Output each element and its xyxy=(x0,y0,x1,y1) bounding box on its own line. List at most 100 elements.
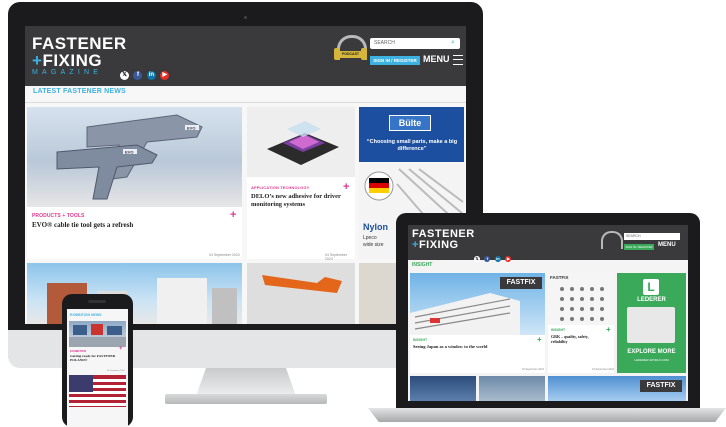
section-title[interactable]: LATEST FASTENER NEWS xyxy=(33,88,126,95)
laptop-card-image: FASTFIX xyxy=(548,273,614,325)
imac-stand-neck xyxy=(196,368,296,396)
news-card-headline[interactable]: EVO® cable tie tool gets a refresh xyxy=(32,221,222,229)
x-social-icon[interactable]: 𝕏 xyxy=(120,71,129,80)
laptop-header: FASTENER +FIXING 𝕏 f in ▶ SEARCH SIGN IN… xyxy=(408,225,688,262)
linkedin-icon[interactable]: in xyxy=(494,256,501,262)
ad-bulte-brand: Bülte xyxy=(389,115,431,131)
laptop-card-category[interactable]: INSIGHT xyxy=(413,338,427,342)
news-card-image: EVO EVO xyxy=(27,107,242,207)
logo-line1: FASTENER xyxy=(32,34,127,53)
news-card-image xyxy=(247,107,355,177)
ad-lederer[interactable]: L LEDERER EXPLORE MORE LEDERER-WORLD.COM xyxy=(617,273,686,373)
social-links-laptop: 𝕏 f in ▶ xyxy=(474,247,512,265)
news-card-date: 04 September 2024 xyxy=(325,253,347,261)
fastfix-label-small: FASTFIX xyxy=(550,275,569,280)
menu-button-laptop[interactable]: MENU xyxy=(658,242,676,248)
site-logo[interactable]: FASTENER +FIXING MAGAZINE xyxy=(32,35,127,76)
laptop-base xyxy=(368,408,726,422)
search-input[interactable]: SEARCH xyxy=(370,38,460,49)
news-card-category[interactable]: PRODUCTS + TOOLS xyxy=(32,213,85,219)
fasteners-grid-photo xyxy=(560,287,604,321)
facebook-icon[interactable]: f xyxy=(484,256,491,262)
phone-card-headline[interactable]: Getting ready for FASTENER POLAND® xyxy=(70,354,120,362)
desktop-header: FASTENER +FIXING MAGAZINE 𝕏 f in ▶ PODCA… xyxy=(25,26,466,86)
phone-screen: EXHIBITION NEWS EXHIBITION + Getting rea… xyxy=(67,309,128,427)
laptop-card-headline[interactable]: Seeing Japan as a window to the world xyxy=(413,344,533,349)
section-divider xyxy=(25,102,466,103)
laptop-card-main[interactable]: FASTFIX INSIGHT + Seeing Japan as a wind… xyxy=(410,273,545,373)
signin-button-laptop[interactable]: SIGN IN / REGISTER xyxy=(624,244,654,250)
imac-stand-foot xyxy=(165,394,327,404)
phone-card-image[interactable] xyxy=(69,321,126,347)
expand-icon[interactable]: + xyxy=(230,209,236,221)
news-card-headline[interactable]: DELO’s new adhesive for driver monitorin… xyxy=(251,193,351,209)
podcast-badge[interactable]: PODCAST xyxy=(334,35,367,65)
news-card-secondary[interactable]: APPLICATION TECHNOLOGY + DELO’s new adhe… xyxy=(247,107,355,261)
tool-label-2: EVO xyxy=(125,150,133,155)
logo-line2: FIXING xyxy=(42,51,103,70)
ad-bulte[interactable]: Bülte “Choosing small parts, make a big … xyxy=(359,107,464,162)
laptop-card-headline[interactable]: GRK – quality, safety, reliability xyxy=(551,334,606,344)
phone-speaker xyxy=(88,300,106,303)
ad-nylon-line3: wide size xyxy=(363,242,384,248)
linkedin-icon[interactable]: in xyxy=(146,71,156,80)
fastfix-badge: FASTFIX xyxy=(500,277,542,289)
site-logo-laptop[interactable]: FASTENER +FIXING xyxy=(412,229,475,251)
menu-label: MENU xyxy=(423,54,450,64)
news-card-image-3[interactable] xyxy=(27,263,242,324)
lederer-product-photo xyxy=(627,307,675,343)
expand-icon[interactable]: + xyxy=(343,181,349,193)
laptop-card-image-5[interactable]: FASTFIX xyxy=(548,376,686,401)
ad-lederer-url: LEDERER-WORLD.COM xyxy=(634,358,669,362)
laptop-screen: FASTENER +FIXING 𝕏 f in ▶ SEARCH SIGN IN… xyxy=(408,225,688,401)
ad-nylon-line2: Lpeco xyxy=(363,235,377,241)
logo-line3: MAGAZINE xyxy=(32,69,103,76)
expand-icon[interactable]: + xyxy=(537,335,542,344)
expand-icon[interactable]: + xyxy=(119,346,123,352)
menu-icon xyxy=(452,54,463,65)
laptop-card-date: 04 September 2024 xyxy=(522,368,544,371)
social-links: 𝕏 f in ▶ xyxy=(120,63,170,81)
laptop-card-date: 04 September 2024 xyxy=(592,368,614,371)
youtube-icon[interactable]: ▶ xyxy=(160,71,170,80)
headphones-icon[interactable] xyxy=(601,231,623,249)
x-social-icon[interactable]: 𝕏 xyxy=(474,256,480,262)
fastfix-badge-2: FASTFIX xyxy=(640,380,682,392)
logo-plus: + xyxy=(32,51,43,70)
cable-tie-tool-photo: EVO EVO xyxy=(56,114,203,200)
news-card-category[interactable]: APPLICATION TECHNOLOGY xyxy=(251,185,309,190)
menu-button[interactable]: MENU xyxy=(423,54,463,65)
wrench-photo xyxy=(247,263,355,324)
facebook-icon[interactable]: f xyxy=(133,71,143,80)
youtube-icon[interactable]: ▶ xyxy=(505,256,512,262)
laptop-card-image-4[interactable] xyxy=(479,376,545,401)
news-card-image-4[interactable] xyxy=(247,263,355,324)
news-card-date: 04 September 2024 xyxy=(209,253,240,257)
phone-card-date: 04 September 2024 xyxy=(107,370,125,372)
ad-lederer-cta: EXPLORE MORE xyxy=(627,349,676,355)
tool-label: EVO xyxy=(187,126,195,131)
buildings-photo xyxy=(47,278,237,324)
expand-icon[interactable]: + xyxy=(606,325,611,334)
search-icon[interactable]: ⌕ xyxy=(451,39,455,47)
camera-dot xyxy=(244,16,247,19)
laptop-card-image: FASTFIX xyxy=(410,273,545,335)
news-card-main[interactable]: EVO EVO PRODUCTS + TOOLS + EVO® cable ti… xyxy=(27,107,242,259)
ad-lederer-brand: LEDERER xyxy=(637,297,666,303)
phone-card-image-2[interactable] xyxy=(69,375,126,407)
ad-bulte-tagline: “Choosing small parts, make a big differ… xyxy=(366,139,458,152)
us-flag-photo xyxy=(69,375,126,407)
laptop-card-category[interactable]: INSIGHT xyxy=(551,328,565,332)
phone-card-category[interactable]: EXHIBITION xyxy=(70,349,86,353)
phone-section-title[interactable]: EXHIBITION NEWS xyxy=(70,313,102,317)
laptop-card-image-3[interactable] xyxy=(410,376,476,401)
laptop-card-secondary[interactable]: FASTFIX INSIGHT + GRK – quality, safety,… xyxy=(548,273,614,373)
laptop-section-title[interactable]: INSIGHT xyxy=(412,262,432,268)
chip-photo xyxy=(267,121,339,165)
signin-button[interactable]: SIGN IN / REGISTER xyxy=(370,56,420,65)
exhibition-photo xyxy=(69,324,126,347)
lederer-logo-icon: L xyxy=(643,279,659,295)
podcast-label: PODCAST xyxy=(340,51,361,58)
ad-nylon-brand: Nylon xyxy=(363,222,389,232)
search-input-laptop[interactable]: SEARCH xyxy=(624,233,680,240)
